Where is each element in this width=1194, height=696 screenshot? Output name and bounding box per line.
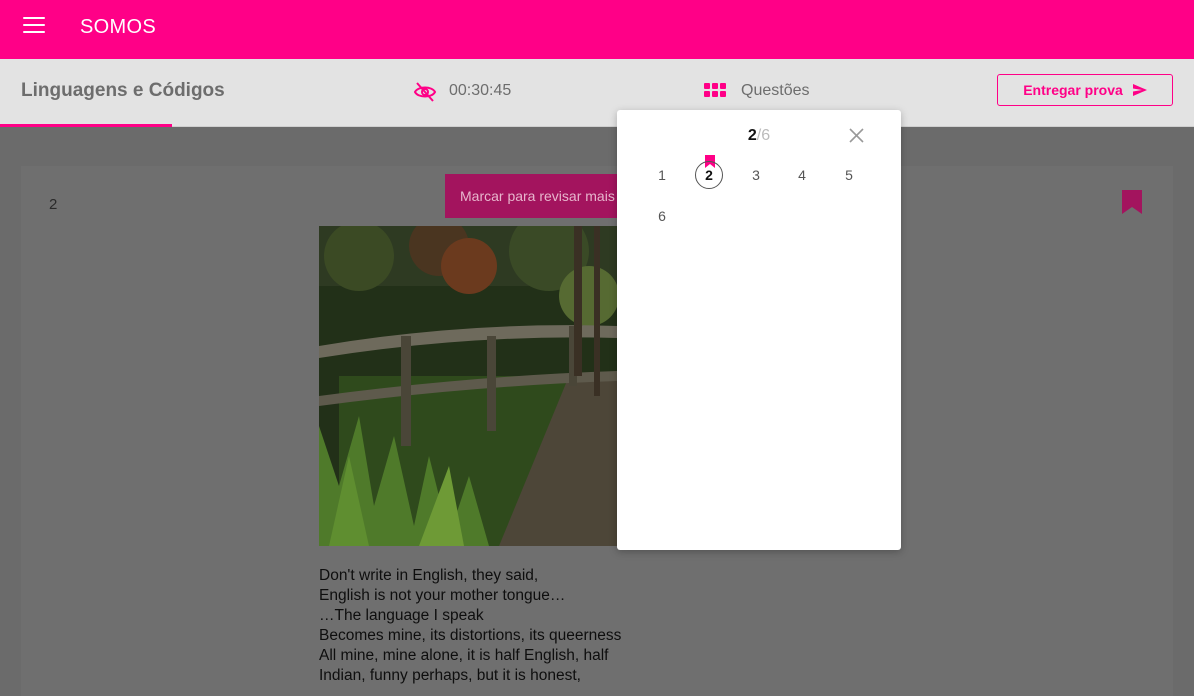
subject-tab[interactable]: Linguagens e Códigos	[21, 80, 225, 102]
exam-header: Linguagens e Códigos 00:30:45 Questões E…	[0, 59, 1194, 127]
poem-line: All mine, mine alone, it is half English…	[319, 647, 609, 664]
question-number-button[interactable]: 2	[695, 161, 723, 189]
question-number-button[interactable]: 3	[740, 159, 772, 191]
poem-line: English is not your mother tongue…	[319, 587, 566, 604]
total-questions: 6	[761, 127, 771, 144]
bookmark-icon[interactable]	[1122, 190, 1142, 214]
questions-toggle[interactable]: Questões	[741, 82, 809, 100]
question-text: Don't write in English, they said, Engli…	[319, 566, 621, 686]
send-icon	[1132, 84, 1147, 96]
question-number: 2	[49, 196, 58, 213]
current-question: 2	[747, 127, 757, 144]
poem-line: Don't write in English, they said,	[319, 567, 539, 584]
menu-icon[interactable]	[23, 17, 45, 35]
question-number-button[interactable]: 1	[646, 159, 678, 191]
submit-exam-button[interactable]: Entregar prova	[997, 74, 1173, 106]
close-icon[interactable]	[848, 127, 865, 144]
exam-timer: 00:30:45	[449, 82, 512, 99]
poem-line: Indian, funny perhaps, but it is honest,	[319, 667, 581, 684]
question-navigator-popup: 2/6 1 2 3 4 5 6	[617, 110, 901, 550]
poem-line: …The language I speak	[319, 607, 484, 624]
app-title: SOMOS	[80, 16, 156, 38]
question-number-button[interactable]: 4	[786, 159, 818, 191]
poem-line: Becomes mine, its distortions, its queer…	[319, 627, 622, 644]
question-number-button[interactable]: 6	[646, 200, 678, 232]
app-bar: SOMOS	[0, 0, 1194, 59]
grid-icon[interactable]	[704, 83, 726, 98]
submit-exam-label: Entregar prova	[1023, 82, 1123, 98]
question-number-button[interactable]: 5	[833, 159, 865, 191]
eye-off-icon[interactable]	[413, 80, 437, 104]
question-image	[319, 226, 617, 546]
mark-for-review-button[interactable]: Marcar para revisar mais tarde	[445, 174, 630, 218]
subject-tab-indicator	[0, 124, 172, 127]
